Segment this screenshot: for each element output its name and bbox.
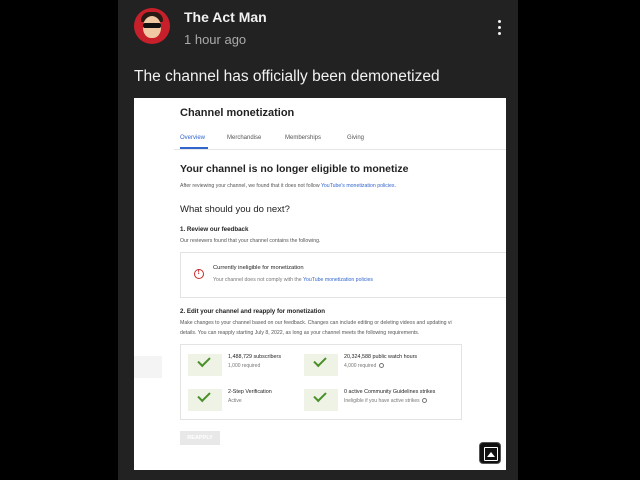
community-post: The Act Man 1 hour ago The channel has o… bbox=[118, 0, 518, 480]
intro-suffix: . bbox=[394, 183, 396, 189]
post-text: The channel has officially been demoneti… bbox=[134, 68, 440, 85]
requirement-item: 20,324,588 public watch hours 4,000 requ… bbox=[304, 352, 434, 382]
requirement-item: 0 active Community Guidelines strikes In… bbox=[304, 387, 436, 417]
step2-line2: details. You can reapply starting July 8… bbox=[180, 330, 420, 336]
check-icon bbox=[197, 353, 211, 368]
monetization-title: Channel monetization bbox=[180, 107, 295, 119]
info-icon bbox=[378, 363, 384, 368]
alert-text: Your channel does not comply with the Yo… bbox=[213, 277, 373, 283]
tab-merchandise: Merchandise bbox=[227, 135, 262, 141]
requirement-title: 1,488,729 subscribers bbox=[228, 354, 282, 360]
check-icon bbox=[197, 388, 211, 403]
requirement-sub: 4,000 required bbox=[344, 363, 384, 369]
step2-title: 2. Edit your channel and reapply for mon… bbox=[180, 308, 326, 315]
step1-title: 1. Review our feedback bbox=[180, 226, 249, 233]
tab-memberships: Memberships bbox=[285, 135, 322, 141]
info-icon bbox=[421, 398, 427, 403]
error-circle-icon bbox=[194, 269, 204, 279]
requirement-title: 20,324,588 public watch hours bbox=[344, 354, 418, 360]
requirement-sub-text: Ineligible if you have active strikes bbox=[344, 398, 420, 404]
requirement-item: 2-Step Verification Active bbox=[188, 387, 318, 417]
tabs-divider bbox=[174, 149, 506, 150]
ineligible-heading: Your channel is no longer eligible to mo… bbox=[180, 163, 409, 175]
author-name[interactable]: The Act Man bbox=[184, 9, 267, 25]
image-artifact bbox=[134, 356, 162, 378]
requirement-title: 2-Step Verification bbox=[228, 389, 272, 395]
requirement-sub: Active bbox=[228, 398, 242, 404]
reapply-button: REAPPLY bbox=[180, 431, 220, 445]
requirement-title: 0 active Community Guidelines strikes bbox=[344, 389, 436, 395]
more-vert-icon[interactable] bbox=[490, 16, 510, 38]
tab-giving: Giving bbox=[347, 135, 365, 141]
alert-prefix: Your channel does not comply with the bbox=[213, 277, 302, 283]
policy-link: YouTube's monetization policies bbox=[320, 183, 395, 189]
requirement-item: 1,488,729 subscribers 1,000 required bbox=[188, 352, 318, 382]
check-icon bbox=[313, 388, 327, 403]
feedback-card: Currently ineligible for monetization Yo… bbox=[180, 252, 506, 298]
requirement-sub: 1,000 required bbox=[228, 363, 261, 369]
channel-avatar[interactable] bbox=[134, 8, 170, 44]
requirement-sub-text: 4,000 required bbox=[344, 363, 377, 369]
avatar-glasses bbox=[143, 23, 161, 28]
step2-line1: Make changes to your channel based on ou… bbox=[180, 320, 452, 326]
requirements-card: 1,488,729 subscribers 1,000 required 20,… bbox=[180, 344, 462, 420]
intro-text: After reviewing your channel, we found t… bbox=[180, 183, 396, 189]
post-time[interactable]: 1 hour ago bbox=[184, 32, 246, 47]
intro-prefix: After reviewing your channel, we found t… bbox=[180, 183, 320, 189]
next-steps-heading: What should you do next? bbox=[180, 204, 290, 215]
post-image[interactable]: Channel monetization Overview Merchandis… bbox=[134, 98, 506, 470]
alert-title: Currently ineligible for monetization bbox=[213, 265, 304, 271]
step1-text: Our reviewers found that your channel co… bbox=[180, 238, 321, 244]
check-icon bbox=[313, 353, 327, 368]
image-gallery-icon[interactable] bbox=[479, 442, 501, 464]
alert-policy-link: YouTube monetization policies bbox=[303, 277, 373, 283]
tab-overview: Overview bbox=[180, 135, 206, 141]
requirement-sub: Ineligible if you have active strikes bbox=[344, 398, 427, 404]
